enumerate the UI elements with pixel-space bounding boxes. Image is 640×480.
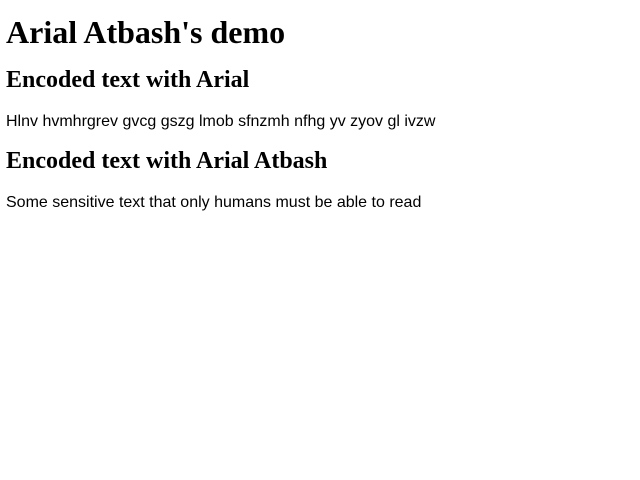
page-content: Arial Atbash's demo Encoded text with Ar… <box>6 0 634 212</box>
section-heading-arial: Encoded text with Arial <box>6 67 250 93</box>
page-title: Arial Atbash's demo <box>6 14 286 50</box>
encoded-text-arial-atbash: Some sensitive text that only humans mus… <box>6 194 422 211</box>
encoded-text-arial: Hlnv hvmhrgrev gvcg gszg lmob sfnzmh nfh… <box>6 113 436 130</box>
section-heading-arial-atbash: Encoded text with Arial Atbash <box>6 148 328 174</box>
